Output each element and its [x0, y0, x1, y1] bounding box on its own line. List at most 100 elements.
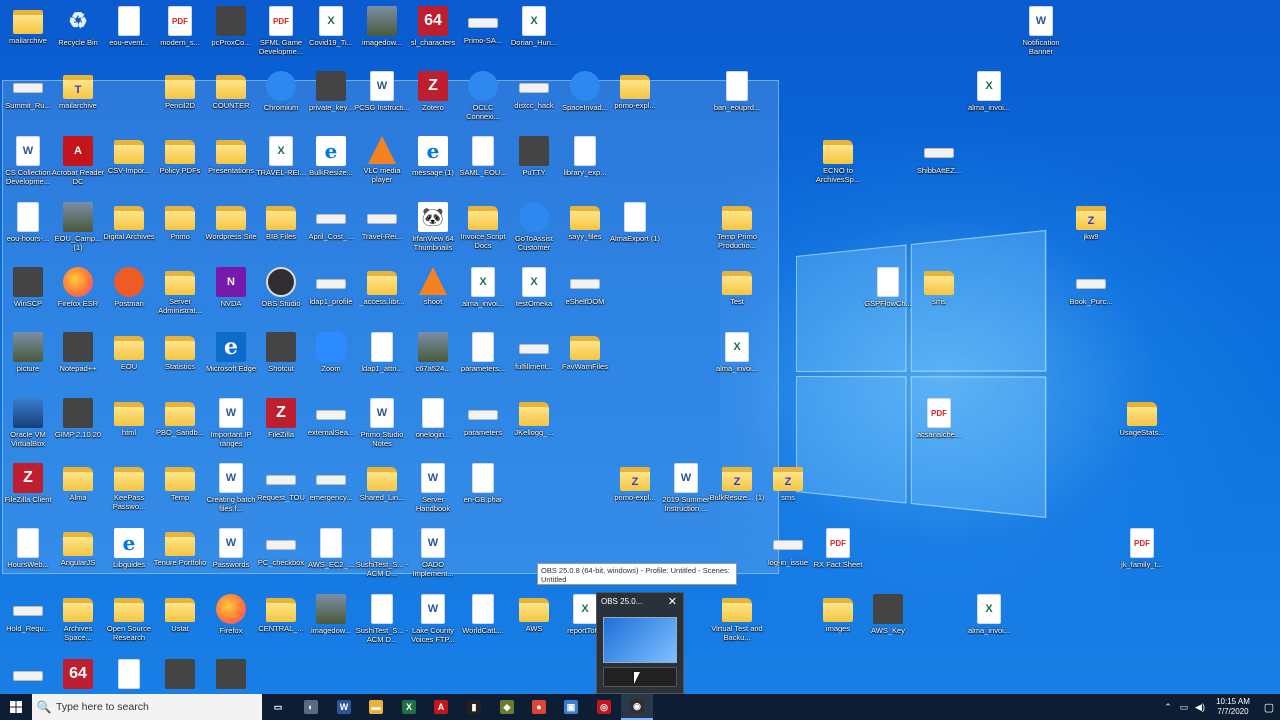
desktop-icon[interactable]: Tenure Portfolio	[152, 528, 208, 592]
desktop-icon[interactable]: 64	[50, 659, 106, 694]
desktop-icon[interactable]: Xalma_invoi...	[709, 332, 765, 396]
desktop-icon[interactable]: Archives Space...	[50, 594, 106, 658]
taskbar-preview[interactable]: OBS 25.0... ✕	[596, 592, 684, 694]
desktop-icon[interactable]: Temp Primo Productio...	[709, 202, 765, 266]
taskbar-app-a-button[interactable]: ◐	[295, 694, 327, 720]
desktop-icon[interactable]: Open Source Research	[101, 594, 157, 658]
desktop-icon[interactable]: W Passwords	[203, 528, 259, 592]
desktop-icon[interactable]: AWS	[506, 594, 562, 658]
desktop-icon[interactable]: W Primo Studio Notes	[354, 398, 410, 462]
desktop-icon[interactable]: e Microsoft Edge	[203, 332, 259, 396]
desktop-icon[interactable]: GoToAssist Customer	[506, 202, 562, 266]
taskbar-excel-button[interactable]: X	[393, 694, 425, 720]
desktop-icon[interactable]: Postman	[101, 267, 157, 331]
desktop-icon[interactable]: Z FileZilla Client	[0, 463, 56, 527]
taskbar-chrome-button[interactable]: ●	[523, 694, 555, 720]
preview-thumbnail[interactable]	[603, 617, 677, 663]
desktop-icon[interactable]: PDF acsanalche...	[911, 398, 967, 462]
desktop-icon[interactable]: shoot	[405, 267, 461, 331]
desktop-icon[interactable]: e Libguides	[101, 528, 157, 592]
taskbar-terminal-button[interactable]: ▮	[458, 694, 490, 720]
desktop-icon[interactable]: Hold_Requ...	[0, 594, 56, 658]
desktop-icon[interactable]: eShelfDOM	[557, 267, 613, 331]
desktop-icon[interactable]: c67a524...	[405, 332, 461, 396]
desktop-icon[interactable]: W Lake County Voices FTP...	[405, 594, 461, 658]
desktop-icon[interactable]: Z FileZilla	[253, 398, 309, 462]
desktop-icon[interactable]: April_Cost_...	[303, 202, 359, 266]
desktop-icon[interactable]: AlmaExport (1)	[607, 202, 663, 266]
desktop-icon[interactable]: CENTRAL_...	[253, 594, 309, 658]
desktop-icon[interactable]: emergency...	[303, 463, 359, 527]
taskbar-virtualbox-button[interactable]: ▣	[555, 694, 587, 720]
desktop-icon[interactable]: Chromium	[253, 71, 309, 135]
desktop-icon[interactable]: AWS_EC2_...	[303, 528, 359, 592]
desktop-icon[interactable]: Firefox	[203, 594, 259, 658]
desktop-icon[interactable]: html	[101, 398, 157, 462]
desktop-icon[interactable]: X Dorian_Hun...	[506, 6, 562, 70]
desktop-icon[interactable]: W Server Handbook	[405, 463, 461, 527]
desktop-icon[interactable]: ShibbAttEZ...	[911, 136, 967, 200]
desktop-icon[interactable]: Temp	[152, 463, 208, 527]
desktop-icon[interactable]: sayy_files	[557, 202, 613, 266]
desktop-icon[interactable]	[101, 659, 157, 694]
desktop-icon[interactable]: externalSea...	[303, 398, 359, 462]
desktop-icon[interactable]: Primo-SA...	[455, 6, 511, 70]
desktop-icon[interactable]: parameters...	[455, 332, 511, 396]
desktop-icon[interactable]: GIMP 2.10.20	[50, 398, 106, 462]
desktop-icon[interactable]: PDF jk_family_t...	[1114, 528, 1170, 592]
desktop-icon[interactable]: Zoom	[303, 332, 359, 396]
desktop-icon[interactable]: picture	[0, 332, 56, 396]
desktop-icon[interactable]: en-GB.phar	[455, 463, 511, 527]
desktop-icon[interactable]: Presentations	[203, 136, 259, 200]
desktop-icon[interactable]: imagedow...	[303, 594, 359, 658]
desktop-icon[interactable]: HoursWeb...	[0, 528, 56, 592]
desktop-icon[interactable]: Xalma_invoi...	[961, 71, 1017, 135]
desktop-icon[interactable]: Zsms	[760, 463, 816, 527]
desktop-icon[interactable]: Digital Archives	[101, 202, 157, 266]
desktop-icon[interactable]: W Important IP ranges	[203, 398, 259, 462]
desktop-icon[interactable]: PDF modern_s...	[152, 6, 208, 70]
taskbar-file-explorer-button[interactable]: ▬	[360, 694, 392, 720]
desktop-icon[interactable]: e BulkResize...	[303, 136, 359, 200]
desktop-icon[interactable]: UsageStats...	[1114, 398, 1170, 462]
desktop-icon[interactable]: PC_checkbox	[253, 528, 309, 592]
taskbar-app-b-button[interactable]: ◆	[491, 694, 523, 720]
desktop-icon[interactable]: EOU	[101, 332, 157, 396]
desktop-icon[interactable]	[152, 659, 208, 694]
desktop-icon[interactable]: Z BulkResize... (1)	[709, 463, 765, 527]
desktop-icon[interactable]: library_exp...	[557, 136, 613, 200]
chevron-up-icon[interactable]: ⌃	[1160, 702, 1176, 713]
desktop-icon[interactable]: Ustat	[152, 594, 208, 658]
desktop-icon[interactable]: WorldCatL...	[455, 594, 511, 658]
desktop-icon[interactable]: GSPFlowCh...	[860, 267, 916, 331]
desktop-icon[interactable]: SushiTest_S... - ACM D...	[354, 528, 410, 592]
start-button[interactable]	[0, 694, 32, 720]
desktop-icon[interactable]: BIB Files	[253, 202, 309, 266]
desktop-icon[interactable]: W Notification Banner	[1013, 6, 1069, 70]
desktop-icon[interactable]: Travel-Rei...	[354, 202, 410, 266]
desktop-icon[interactable]: SushiTest_S... - ACM D...	[354, 594, 410, 658]
desktop-icon[interactable]: Firefox ESR	[50, 267, 106, 331]
desktop-icon[interactable]: sms	[911, 267, 967, 331]
desktop-icon[interactable]: W Creating batch files f...	[203, 463, 259, 527]
desktop-icon[interactable]: Wordpress Site	[203, 202, 259, 266]
desktop-icon[interactable]: EOU_Camp... (1)	[50, 202, 106, 266]
desktop-icon[interactable]: e message (1)	[405, 136, 461, 200]
search-box[interactable]: 🔍 Type here to search	[32, 694, 262, 720]
desktop-icon[interactable]: Shared_Lin...	[354, 463, 410, 527]
desktop-icon[interactable]: 🐼 IrfanView 64 Thumbnails	[405, 202, 461, 266]
desktop-icon[interactable]: Invoice Script Docs	[455, 202, 511, 266]
desktop-icon[interactable]: Zprimo-expl...	[607, 463, 663, 527]
desktop-icon[interactable]: Notepad++	[50, 332, 106, 396]
desktop-icon[interactable]: Policy PDFs	[152, 136, 208, 200]
desktop-icon[interactable]: fulfillment...	[506, 332, 562, 396]
desktop-icon[interactable]: Statistics	[152, 332, 208, 396]
desktop-icon[interactable]: XtestOmeka	[506, 267, 562, 331]
desktop-icon[interactable]: COUNTER	[203, 71, 259, 135]
network-icon[interactable]: ▭	[1176, 702, 1192, 713]
desktop-icon[interactable]	[203, 659, 259, 694]
desktop-icon[interactable]: FavWarnFiles	[557, 332, 613, 396]
desktop-icon[interactable]: Xalma_invoi...	[455, 267, 511, 331]
desktop-icon[interactable]: ♻ Recycle Bin	[50, 6, 106, 70]
desktop-icon[interactable]: Zjkw9	[1063, 202, 1119, 266]
